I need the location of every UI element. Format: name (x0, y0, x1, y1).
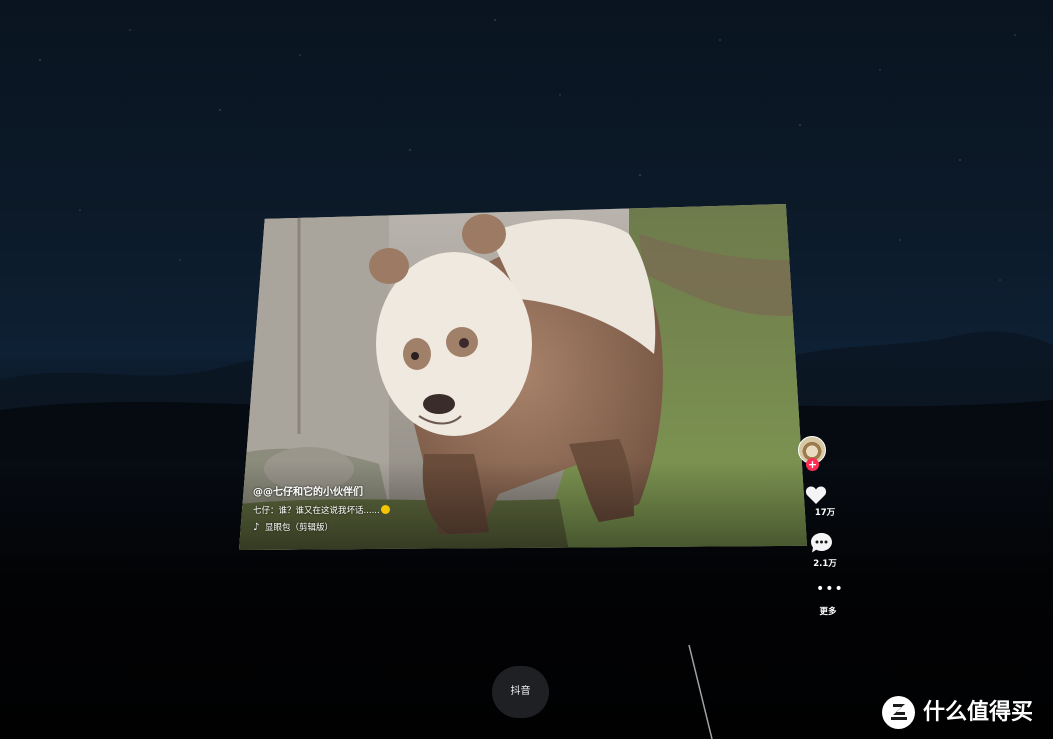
watermark-text: 什么值得买 (923, 699, 1034, 725)
site-watermark: 什么值得买 (882, 694, 1047, 730)
controller-pointer-ray (688, 644, 713, 739)
app-switch-button[interactable]: 抖音 (492, 666, 549, 718)
zhi-logo-icon (882, 695, 915, 729)
